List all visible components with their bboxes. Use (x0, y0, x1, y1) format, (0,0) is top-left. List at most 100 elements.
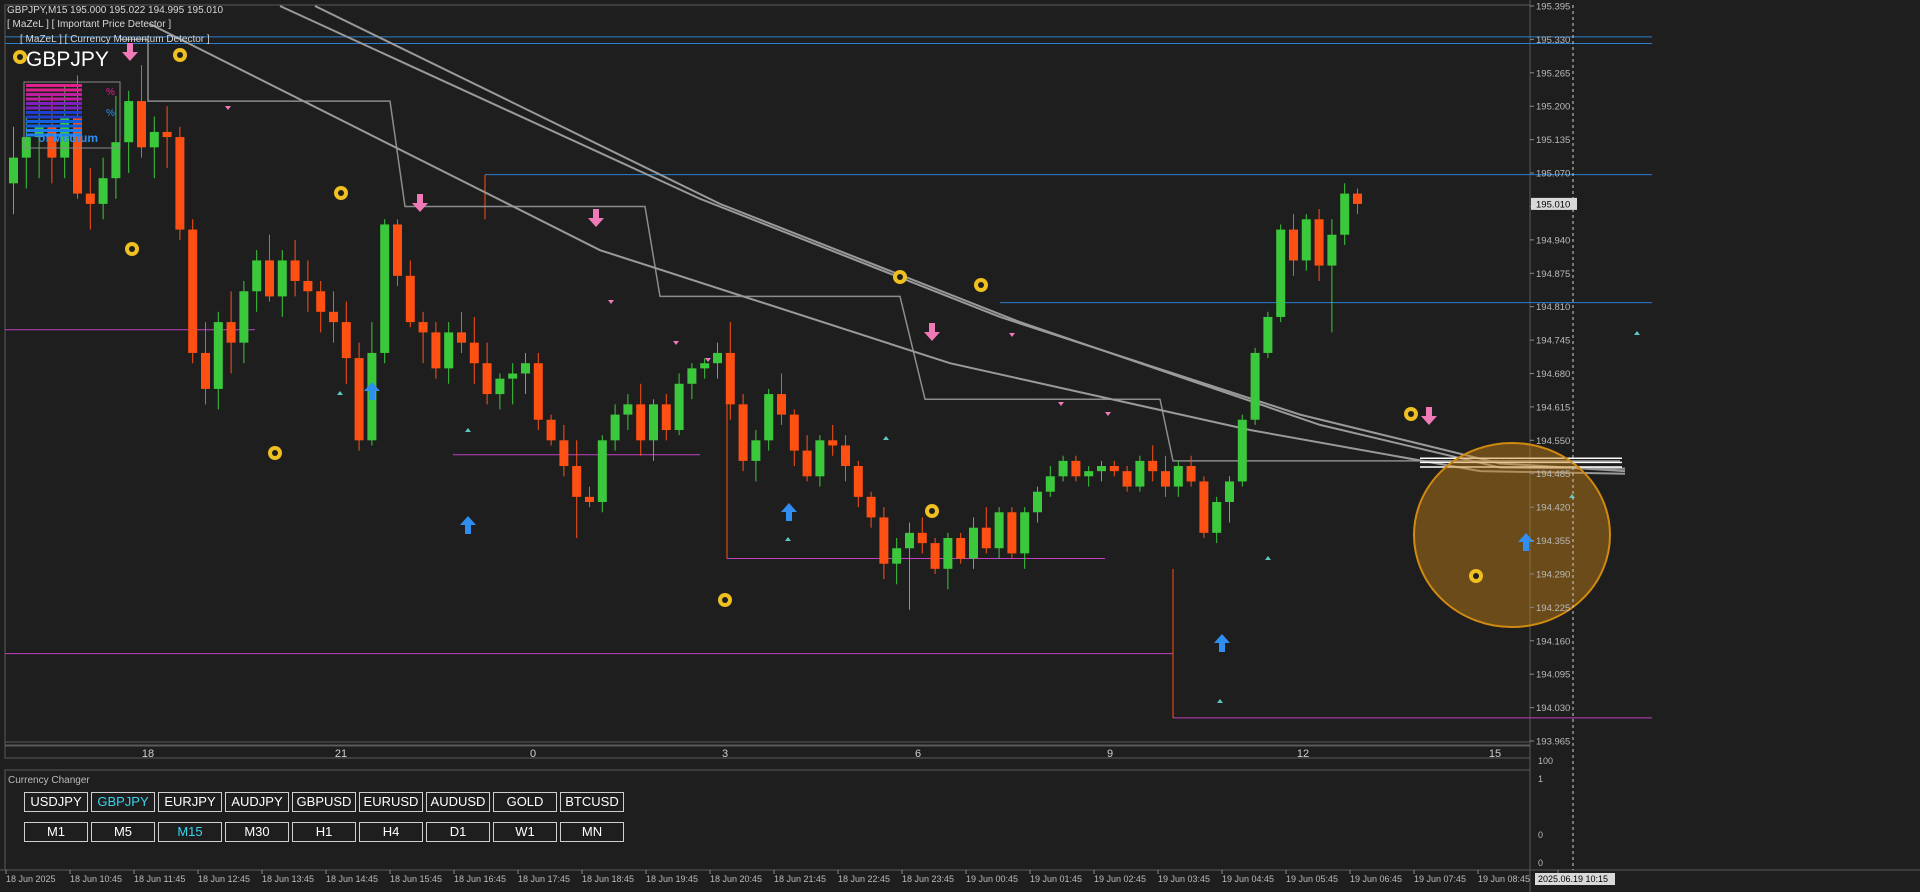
timeframe-button-m30[interactable]: M30 (225, 822, 289, 842)
candle-body[interactable] (713, 352, 722, 364)
candle-body[interactable] (789, 414, 799, 451)
candle-body[interactable] (521, 363, 530, 374)
candle-body[interactable] (649, 404, 658, 441)
candle-body[interactable] (1161, 471, 1170, 487)
candle-body[interactable] (341, 322, 351, 359)
candle-body[interactable] (1186, 466, 1196, 482)
candle-body[interactable] (98, 178, 108, 204)
candle-body[interactable] (546, 419, 556, 441)
candle-body[interactable] (1097, 466, 1106, 472)
candle-body[interactable] (981, 527, 991, 549)
candle-body[interactable] (1289, 229, 1298, 261)
candle-body[interactable] (1263, 316, 1273, 353)
timeframe-button-w1[interactable]: W1 (493, 822, 557, 842)
candle-body[interactable] (1353, 193, 1362, 204)
candle-body[interactable] (316, 291, 326, 312)
candle-body[interactable] (469, 342, 479, 364)
candle-body[interactable] (777, 394, 786, 415)
candle-body[interactable] (1109, 466, 1119, 472)
symbol-button-eurjpy[interactable]: EURJPY (158, 792, 222, 812)
candle-body[interactable] (1058, 460, 1068, 477)
candle-body[interactable] (725, 352, 735, 405)
candle-body[interactable] (1314, 219, 1324, 266)
timeframe-button-m1[interactable]: M1 (24, 822, 88, 842)
candle-body[interactable] (700, 363, 710, 369)
candle-body[interactable] (1327, 234, 1337, 266)
candle-body[interactable] (1084, 471, 1094, 477)
candle-body[interactable] (853, 466, 863, 497)
candle-body[interactable] (1135, 460, 1145, 487)
candle-body[interactable] (329, 311, 338, 323)
candle-body[interactable] (9, 157, 18, 184)
candle-body[interactable] (905, 532, 914, 549)
candle-body[interactable] (418, 322, 428, 333)
symbol-button-audusd[interactable]: AUDUSD (426, 792, 490, 812)
candle-body[interactable] (137, 101, 146, 148)
candle-body[interactable] (1148, 460, 1158, 472)
candle-body[interactable] (226, 322, 236, 343)
candle-body[interactable] (956, 537, 966, 559)
candle-body[interactable] (687, 368, 697, 384)
candle-body[interactable] (1045, 476, 1055, 492)
candle-body[interactable] (290, 260, 300, 281)
symbol-button-usdjpy[interactable]: USDJPY (24, 792, 88, 812)
candle-body[interactable] (162, 131, 172, 138)
candle-body[interactable] (393, 224, 402, 276)
candle-body[interactable] (1173, 466, 1183, 487)
timeframe-button-d1[interactable]: D1 (426, 822, 490, 842)
candle-body[interactable] (674, 383, 684, 431)
candle-body[interactable] (1276, 229, 1286, 317)
price-chart[interactable]: 195.395 195.330 195.265 195.200 195.135 195.0… (0, 0, 1920, 892)
timeframe-button-m15[interactable]: M15 (158, 822, 222, 842)
candle-body[interactable] (1007, 512, 1017, 554)
candle-body[interactable] (508, 373, 518, 379)
candle-body[interactable] (879, 517, 889, 564)
candle-body[interactable] (431, 332, 441, 369)
candle-body[interactable] (73, 116, 82, 194)
candle-body[interactable] (252, 260, 262, 292)
candle-body[interactable] (1199, 481, 1209, 533)
candle-body[interactable] (559, 440, 569, 467)
candle-body[interactable] (1020, 512, 1030, 554)
symbol-button-gbpusd[interactable]: GBPUSD (292, 792, 356, 812)
candle-body[interactable] (188, 229, 198, 353)
candle-body[interactable] (380, 224, 390, 353)
timeframe-button-h1[interactable]: H1 (292, 822, 356, 842)
candle-body[interactable] (265, 260, 274, 297)
candle-body[interactable] (124, 101, 134, 143)
candle-body[interactable] (994, 512, 1004, 549)
candle-body[interactable] (610, 414, 620, 441)
candle-body[interactable] (533, 363, 543, 420)
candle-body[interactable] (1225, 481, 1234, 502)
candle-body[interactable] (597, 440, 607, 502)
timeframe-button-h4[interactable]: H4 (359, 822, 423, 842)
candle-body[interactable] (482, 363, 492, 395)
candle-body[interactable] (1122, 471, 1132, 487)
candle-body[interactable] (917, 532, 927, 544)
candle-body[interactable] (303, 280, 313, 292)
candle-body[interactable] (495, 378, 505, 395)
candle-body[interactable] (943, 537, 953, 569)
candle-body[interactable] (85, 193, 95, 204)
symbol-button-gbpjpy[interactable]: GBPJPY (91, 792, 155, 812)
symbol-button-audjpy[interactable]: AUDJPY (225, 792, 289, 812)
candle-body[interactable] (213, 322, 223, 389)
candle-body[interactable] (457, 332, 466, 343)
candle-body[interactable] (444, 332, 454, 369)
candle-body[interactable] (585, 496, 594, 502)
candle-body[interactable] (1033, 491, 1042, 513)
timeframe-button-mn[interactable]: MN (560, 822, 624, 842)
candle-body[interactable] (1071, 460, 1081, 477)
candle-body[interactable] (930, 543, 940, 569)
symbol-button-btcusd[interactable]: BTCUSD (560, 792, 624, 812)
candle-body[interactable] (892, 548, 902, 564)
candle-body[interactable] (636, 404, 646, 441)
candle-body[interactable] (661, 404, 671, 431)
candle-body[interactable] (354, 358, 364, 441)
candle-body[interactable] (815, 440, 825, 477)
candle-body[interactable] (21, 137, 31, 158)
candle-body[interactable] (969, 527, 978, 559)
candle-body[interactable] (405, 275, 415, 323)
candle-body[interactable] (1301, 219, 1311, 261)
symbol-button-gold[interactable]: GOLD (493, 792, 557, 812)
